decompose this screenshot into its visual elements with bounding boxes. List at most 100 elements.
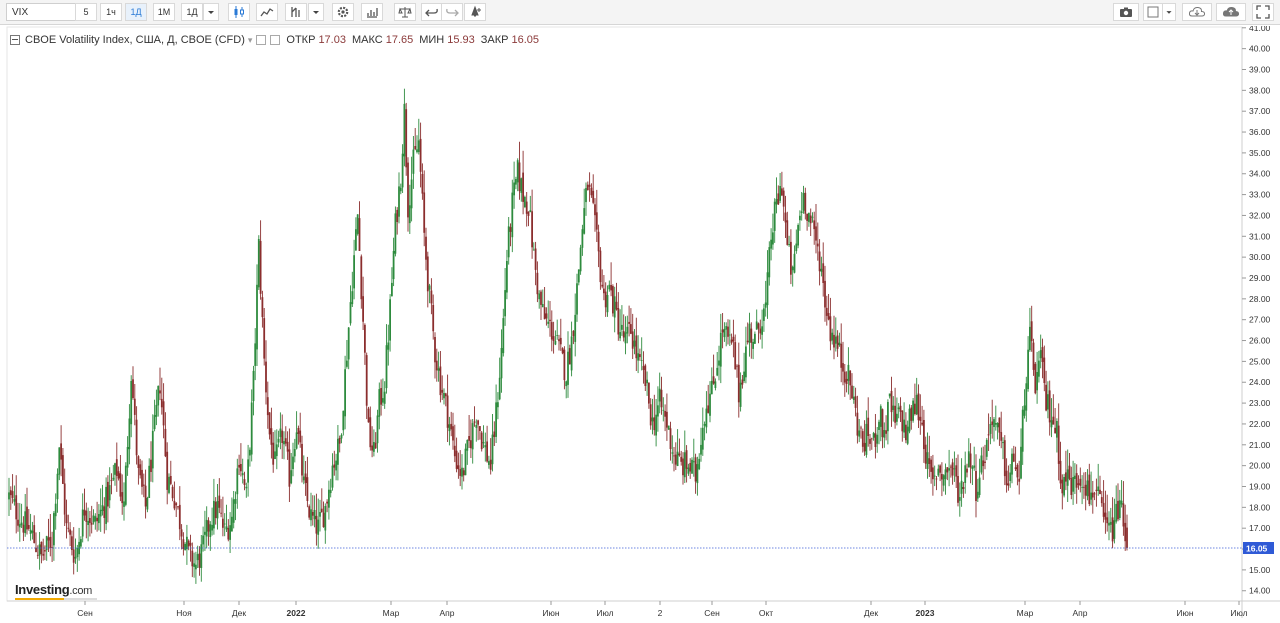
candle-body (748, 323, 751, 343)
candlestick-type-button[interactable] (228, 3, 250, 21)
price-tick-label: 31.00 (1249, 231, 1271, 241)
timeframe-1d-button[interactable]: 1Д (125, 3, 147, 21)
candle-body (613, 296, 616, 318)
candle-body (189, 542, 192, 546)
indicators-dropdown-button[interactable] (308, 3, 324, 21)
candle-body (367, 408, 370, 423)
candle-body (966, 468, 968, 473)
candle-body (376, 415, 379, 444)
candle-body (761, 326, 763, 335)
candle-body (597, 231, 600, 252)
candle-body (815, 226, 817, 241)
candle-body (1124, 522, 1127, 542)
candle-body (162, 401, 165, 426)
legend-dropdown-icon[interactable]: ▾ (248, 35, 253, 46)
candle-body (727, 326, 729, 337)
layout-button[interactable] (1143, 3, 1163, 21)
screenshot-button[interactable] (1113, 3, 1139, 21)
candle-body (18, 524, 21, 528)
candle-body (31, 530, 34, 533)
candle-body (1025, 383, 1028, 411)
candle-body (1077, 483, 1080, 485)
chart-toolbar: VIX 5 1ч 1Д 1М 1Д (0, 0, 1280, 25)
candle-body (896, 413, 898, 422)
candle-body (283, 441, 285, 445)
candle-body (430, 290, 433, 304)
candle-body (525, 201, 528, 214)
candle-body (622, 331, 625, 338)
candle-body (824, 280, 826, 308)
legend-hide-icon[interactable] (270, 35, 281, 45)
candle-body (852, 396, 855, 400)
load-chart-button[interactable] (1182, 3, 1212, 21)
layout-dropdown-button[interactable] (1162, 3, 1176, 21)
symbol-input[interactable]: VIX (6, 3, 76, 21)
candle-body (137, 456, 140, 468)
candle-body (128, 418, 131, 450)
legend-settings-icon[interactable] (256, 35, 267, 45)
candle-body (157, 386, 160, 406)
candle-body (585, 188, 587, 203)
candle-body (452, 426, 454, 441)
candle-body (168, 476, 170, 493)
indicators-button[interactable] (285, 3, 307, 21)
candle-body (994, 423, 997, 425)
chart-area[interactable]: 14.0015.0016.0017.0018.0019.0020.0021.00… (0, 23, 1280, 618)
candle-body (410, 179, 413, 209)
candle-body (547, 321, 550, 324)
candle-body (691, 459, 693, 474)
candle-body (322, 512, 325, 528)
candle-body (865, 423, 868, 455)
candle-body (457, 465, 460, 470)
candle-body (459, 469, 462, 476)
candle-body (872, 432, 875, 438)
candle-body (718, 360, 720, 366)
candle-body (667, 425, 670, 430)
candlestick-chart[interactable]: 14.0015.0016.0017.0018.0019.0020.0021.00… (0, 23, 1280, 618)
low-value: 15.93 (447, 34, 475, 46)
candle-body (8, 492, 10, 500)
settings-button[interactable] (332, 3, 354, 21)
timeframe-5-button[interactable]: 5 (75, 3, 97, 21)
candle-body (408, 205, 411, 224)
candle-body (1045, 384, 1047, 411)
candle-body (74, 556, 77, 559)
candle-body (437, 368, 440, 371)
candle-body (820, 268, 823, 272)
candle-body (284, 438, 287, 444)
candle-body (169, 476, 172, 484)
timeframe-dropdown-button[interactable] (203, 3, 219, 21)
candle-body (682, 458, 684, 476)
timeframe-1m-button[interactable]: 1М (153, 3, 175, 21)
candle-body (1061, 479, 1064, 494)
candle-body (516, 160, 519, 183)
timeframe-1h-button[interactable]: 1ч (100, 3, 122, 21)
fullscreen-button[interactable] (1252, 3, 1274, 21)
price-tick-label: 17.00 (1249, 523, 1271, 533)
candle-body (22, 524, 25, 533)
line-type-button[interactable] (256, 3, 278, 21)
dropdown-arrow-icon (1166, 11, 1172, 14)
candle-body (462, 470, 465, 476)
candle-body (806, 213, 808, 221)
scales-button[interactable] (394, 3, 416, 21)
alert-button[interactable] (464, 3, 486, 21)
candle-body (98, 514, 100, 524)
timeframe-1d-alt-button[interactable]: 1Д (181, 3, 203, 21)
candle-body (538, 293, 541, 300)
legend-collapse-icon[interactable] (10, 35, 20, 45)
compare-button[interactable] (361, 3, 383, 21)
candle-body (808, 212, 810, 222)
save-chart-button[interactable] (1216, 3, 1246, 21)
candle-body (240, 464, 242, 472)
undo-button[interactable] (421, 3, 443, 21)
candle-body (849, 370, 852, 386)
candle-body (612, 286, 614, 314)
candle-body (484, 445, 487, 448)
candle-body (92, 515, 95, 523)
price-tick-label: 14.00 (1249, 586, 1271, 596)
candle-body (932, 467, 934, 480)
candle-body (989, 424, 992, 434)
redo-button[interactable] (441, 3, 463, 21)
candle-body (155, 404, 158, 417)
